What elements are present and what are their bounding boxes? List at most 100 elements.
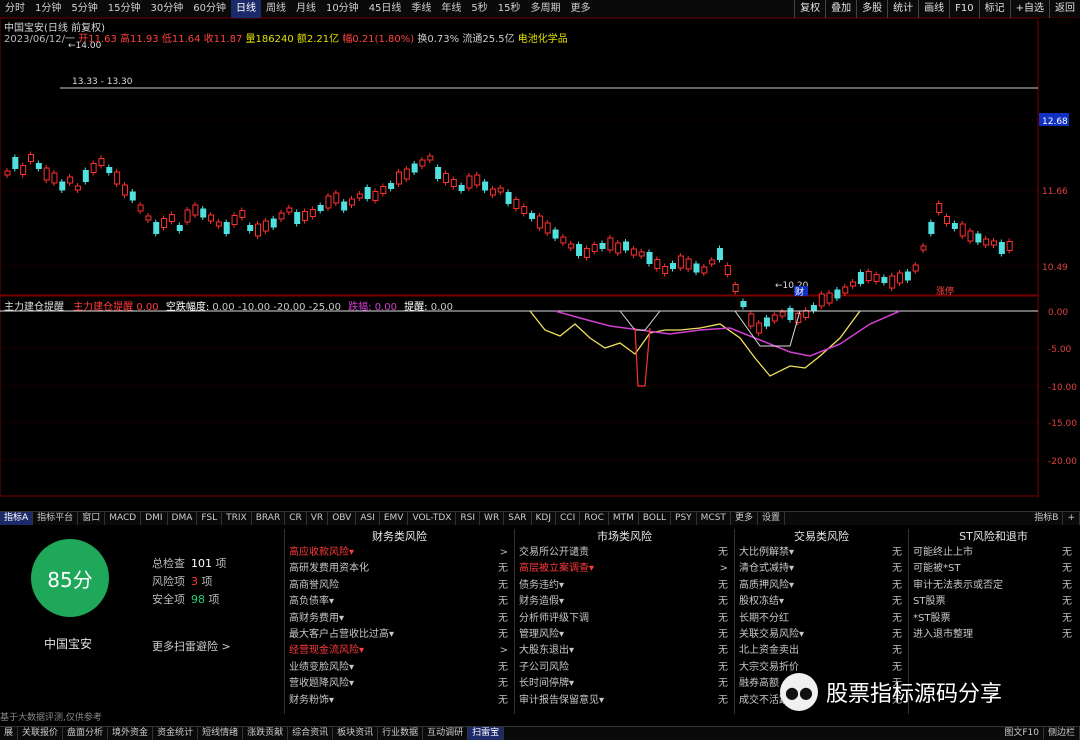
indicator-tab-6[interactable]: FSL: [197, 512, 223, 525]
period-tab-14[interactable]: 15秒: [493, 0, 526, 18]
indicator-tab-13[interactable]: EMV: [380, 512, 409, 525]
top-tool-button-3[interactable]: 统计: [887, 0, 918, 18]
period-tab-7[interactable]: 周线: [261, 0, 291, 18]
period-tab-2[interactable]: 5分钟: [66, 0, 102, 18]
bottom-tab-0[interactable]: 展: [0, 727, 19, 740]
risk-row[interactable]: 子公司风险 无: [515, 660, 734, 676]
bottom-tab-7[interactable]: 综合资讯: [288, 727, 334, 740]
period-tab-10[interactable]: 45日线: [364, 0, 407, 18]
indicator-tab-3[interactable]: MACD: [105, 512, 142, 525]
indicator-tab-12[interactable]: ASI: [356, 512, 380, 525]
indicator-tab-5[interactable]: DMA: [168, 512, 198, 525]
risk-row[interactable]: 分析师评级下调 无: [515, 611, 734, 627]
risk-row[interactable]: 关联交易风险▾ 无: [735, 627, 908, 643]
period-tab-1[interactable]: 1分钟: [30, 0, 66, 18]
period-tab-5[interactable]: 60分钟: [188, 0, 231, 18]
risk-row[interactable]: 长期不分红 无: [735, 611, 908, 627]
indicator-right-tab-0[interactable]: 指标B: [1030, 512, 1064, 525]
risk-row[interactable]: 高商誉风险 无: [285, 578, 514, 594]
indicator-tab-21[interactable]: MTM: [609, 512, 639, 525]
bottom-tab-8[interactable]: 板块资讯: [333, 727, 379, 740]
indicator-tab-14[interactable]: VOL-TDX: [408, 512, 457, 525]
bottom-tab-2[interactable]: 盘面分析: [63, 727, 109, 740]
indicator-tab-18[interactable]: KDJ: [532, 512, 556, 525]
indicator-right-tab-1[interactable]: +: [1063, 512, 1080, 525]
indicator-tab-23[interactable]: PSY: [671, 512, 697, 525]
top-tool-button-4[interactable]: 画线: [918, 0, 949, 18]
indicator-tab-2[interactable]: 窗口: [78, 512, 106, 525]
indicator-tab-24[interactable]: MCST: [697, 512, 731, 525]
top-tool-button-2[interactable]: 多股: [856, 0, 887, 18]
period-tab-6[interactable]: 日线: [230, 0, 261, 18]
kline-chart[interactable]: 12.68 11.66 10.49 ←14.00 13.33 - 13.30 ←10.20…: [0, 18, 1080, 498]
risk-row[interactable]: 高负债率▾ 无: [285, 594, 514, 610]
risk-row[interactable]: 可能被*ST 无: [909, 561, 1078, 577]
bottom-right-button-1[interactable]: 侧边栏: [1044, 727, 1080, 740]
risk-row[interactable]: 可能终止上市 无: [909, 545, 1078, 561]
risk-row[interactable]: 清仓式减持▾ 无: [735, 561, 908, 577]
risk-row[interactable]: 管理风险▾ 无: [515, 627, 734, 643]
risk-row[interactable]: 债务违约▾ 无: [515, 578, 734, 594]
risk-row[interactable]: 经营现金流风险▾ >: [285, 643, 514, 659]
period-tab-16[interactable]: 更多: [566, 0, 596, 18]
period-tab-13[interactable]: 5秒: [466, 0, 492, 18]
indicator-tab-25[interactable]: 更多: [731, 512, 758, 525]
indicator-tab-0[interactable]: 指标A: [0, 512, 34, 525]
risk-row[interactable]: 股权冻结▾ 无: [735, 594, 908, 610]
period-tab-4[interactable]: 30分钟: [145, 0, 188, 18]
risk-row[interactable]: 长时间停牌▾ 无: [515, 676, 734, 692]
indicator-tab-15[interactable]: RSI: [456, 512, 481, 525]
kline-svg[interactable]: 12.6811.6610.49←14.0013.33 - 13.30←10.20…: [0, 18, 1080, 498]
risk-row[interactable]: 营收题降风险▾ 无: [285, 676, 514, 692]
indicator-tab-10[interactable]: VR: [307, 512, 329, 525]
indicator-tab-11[interactable]: OBV: [328, 512, 357, 525]
risk-row[interactable]: 大股东退出▾ 无: [515, 643, 734, 659]
risk-row[interactable]: 高研发费用资本化 无: [285, 561, 514, 577]
indicator-tab-19[interactable]: CCI: [556, 512, 581, 525]
risk-row[interactable]: 财务粉饰▾ 无: [285, 693, 514, 709]
indicator-tab-22[interactable]: BOLL: [639, 512, 672, 525]
risk-row[interactable]: 大比例解禁▾ 无: [735, 545, 908, 561]
bottom-right-button-0[interactable]: 图文F10: [1000, 727, 1044, 740]
period-tab-0[interactable]: 分时: [0, 0, 30, 18]
bottom-tab-1[interactable]: 关联报价: [18, 727, 64, 740]
top-tool-button-7[interactable]: +自选: [1009, 0, 1049, 18]
risk-row[interactable]: 北上资金卖出 无: [735, 643, 908, 659]
indicator-tab-17[interactable]: SAR: [504, 512, 532, 525]
indicator-tab-9[interactable]: CR: [285, 512, 307, 525]
risk-row[interactable]: 高财务费用▾ 无: [285, 611, 514, 627]
indicator-tab-8[interactable]: BRAR: [252, 512, 286, 525]
period-tab-3[interactable]: 15分钟: [103, 0, 146, 18]
period-tab-15[interactable]: 多周期: [526, 0, 566, 18]
period-tab-11[interactable]: 季线: [406, 0, 436, 18]
risk-row[interactable]: 进入退市整理 无: [909, 627, 1078, 643]
risk-row[interactable]: 交易所公开谴责 无: [515, 545, 734, 561]
risk-row[interactable]: 业绩变脸风险▾ 无: [285, 660, 514, 676]
risk-row[interactable]: ST股票 无: [909, 594, 1078, 610]
indicator-tab-26[interactable]: 设置: [758, 512, 785, 525]
risk-row[interactable]: 高质押风险▾ 无: [735, 578, 908, 594]
bottom-tab-10[interactable]: 互动调研: [423, 727, 469, 740]
indicator-tab-4[interactable]: DMI: [141, 512, 168, 525]
more-scan-link[interactable]: 更多扫雷避险 >: [152, 638, 231, 654]
top-tool-button-8[interactable]: 返回: [1049, 0, 1080, 18]
risk-row[interactable]: *ST股票 无: [909, 611, 1078, 627]
indicator-tab-16[interactable]: WR: [480, 512, 505, 525]
period-tab-12[interactable]: 年线: [436, 0, 466, 18]
risk-row[interactable]: 审计报告保留意见▾ 无: [515, 693, 734, 709]
indicator-tab-20[interactable]: ROC: [580, 512, 609, 525]
bottom-tab-3[interactable]: 境外资金: [108, 727, 154, 740]
period-tab-8[interactable]: 月线: [291, 0, 321, 18]
indicator-tab-1[interactable]: 指标平台: [33, 512, 79, 525]
risk-row[interactable]: 最大客户占营收比过高▾ 无: [285, 627, 514, 643]
bottom-tab-4[interactable]: 资金统计: [153, 727, 199, 740]
risk-row[interactable]: 高应收款风险▾ >: [285, 545, 514, 561]
top-tool-button-5[interactable]: F10: [949, 0, 978, 18]
risk-row[interactable]: 高层被立案调查▾ >: [515, 561, 734, 577]
top-tool-button-0[interactable]: 复权: [794, 0, 825, 18]
bottom-tab-6[interactable]: 涨跌贡献: [243, 727, 289, 740]
top-tool-button-1[interactable]: 叠加: [825, 0, 856, 18]
period-tab-9[interactable]: 10分钟: [321, 0, 364, 18]
top-tool-button-6[interactable]: 标记: [978, 0, 1010, 18]
risk-row[interactable]: 财务造假▾ 无: [515, 594, 734, 610]
